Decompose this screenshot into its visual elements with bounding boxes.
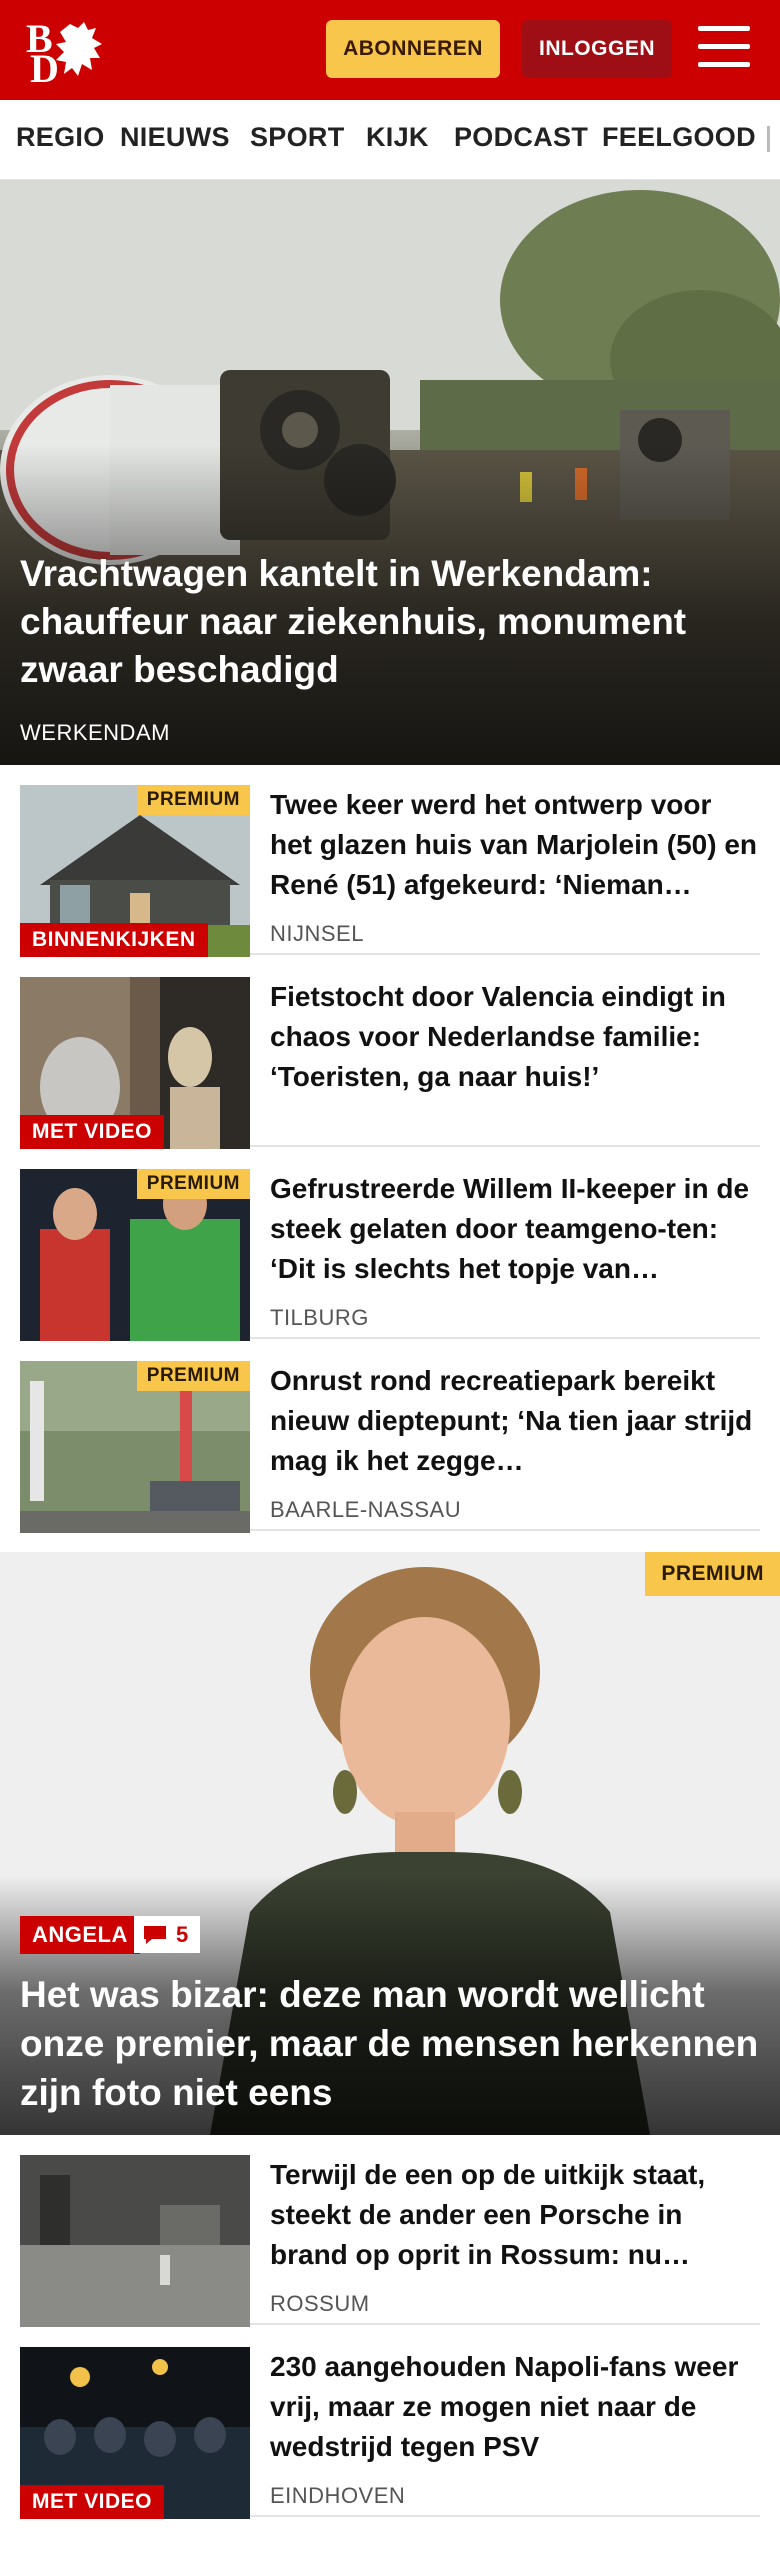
feature-article[interactable]: PREMIUM ANGELA 5 Het was bizar: deze man… [0,1552,780,2135]
list-item[interactable]: PREMIUM BINNENKIJKEN Twee keer werd het … [20,765,760,957]
list-item[interactable]: Terwijl de een op de uitkijk staat, stee… [20,2135,760,2327]
premium-badge: PREMIUM [645,1552,780,1596]
article-location: TILBURG [270,1305,369,1330]
premium-badge: PREMIUM [136,785,250,815]
section-nav: REGIO NIEUWS SPORT KIJK PODCAST FEELGOOD [0,100,780,180]
article-headline[interactable]: 230 aangehouden Napoli-fans weer vrij, m… [270,2347,760,2467]
subscribe-button[interactable]: ABONNEREN [326,20,500,78]
article-location: EINDHOVEN [270,2483,406,2508]
bd-logo[interactable]: B D [26,16,116,91]
menu-icon[interactable] [698,24,750,70]
hero-location: WERKENDAM [20,720,170,745]
article-location: NIJNSEL [270,921,364,946]
article-thumbnail: PREMIUM BINNENKIJKEN [20,785,250,957]
category-badge: BINNENKIJKEN [20,923,208,957]
hero-headline[interactable]: Vrachtwagen kantelt in Werkendam: chauff… [20,550,760,694]
article-thumbnail [20,2155,250,2327]
comment-count[interactable]: 5 [134,1916,201,1953]
article-thumbnail: PREMIUM [20,1169,250,1341]
login-button[interactable]: INLOGGEN [522,20,672,78]
premium-badge: PREMIUM [136,1169,250,1199]
article-headline[interactable]: Fietstocht door Valencia eindigt in chao… [270,977,760,1097]
feature-headline[interactable]: Het was bizar: deze man wordt wellicht o… [20,1970,765,2117]
article-headline[interactable]: Twee keer werd het ontwerp voor het glaz… [270,785,760,905]
comment-count-value: 5 [176,1921,189,1947]
video-badge: MET VIDEO [20,2485,165,2519]
article-headline[interactable]: Onrust rond recreatiepark bereikt nieuw … [270,1361,760,1481]
nav-overflow-divider [767,126,770,152]
premium-badge: PREMIUM [136,1361,250,1391]
article-location: ROSSUM [270,2291,370,2316]
article-thumbnail: MET VIDEO [20,977,250,1149]
nav-item-feelgood[interactable]: FEELGOOD [602,122,756,153]
nav-item-podcast[interactable]: PODCAST [454,122,588,153]
article-headline[interactable]: Gefrustreerde Willem II-keeper in de ste… [270,1169,760,1289]
list-item[interactable]: PREMIUM Onrust rond recreatiepark bereik… [20,1341,760,1533]
nav-item-sport[interactable]: SPORT [250,122,345,153]
logo-letter-d: D [30,46,59,84]
article-thumbnail: MET VIDEO [20,2347,250,2519]
list-item[interactable]: MET VIDEO Fietstocht door Valencia eindi… [20,957,760,1149]
article-location: BAARLE-NASSAU [270,1497,462,1522]
video-badge: MET VIDEO [20,1115,165,1149]
nav-item-nieuws[interactable]: NIEUWS [120,122,230,153]
lion-icon [56,22,102,76]
comment-icon [144,1925,166,1944]
category-badge[interactable]: ANGELA [20,1916,140,1954]
list-item[interactable]: MET VIDEO 230 aangehouden Napoli-fans we… [20,2327,760,2519]
hero-article[interactable]: Vrachtwagen kantelt in Werkendam: chauff… [0,180,780,765]
article-thumbnail: PREMIUM [20,1361,250,1533]
article-headline[interactable]: Terwijl de een op de uitkijk staat, stee… [270,2155,760,2275]
nav-item-regio[interactable]: REGIO [16,122,105,153]
list-item[interactable]: PREMIUM Gefrustreerde Willem II-keeper i… [20,1149,760,1341]
top-bar: B D ABONNEREN INLOGGEN [0,0,780,100]
nav-item-kijk[interactable]: KIJK [366,122,429,153]
